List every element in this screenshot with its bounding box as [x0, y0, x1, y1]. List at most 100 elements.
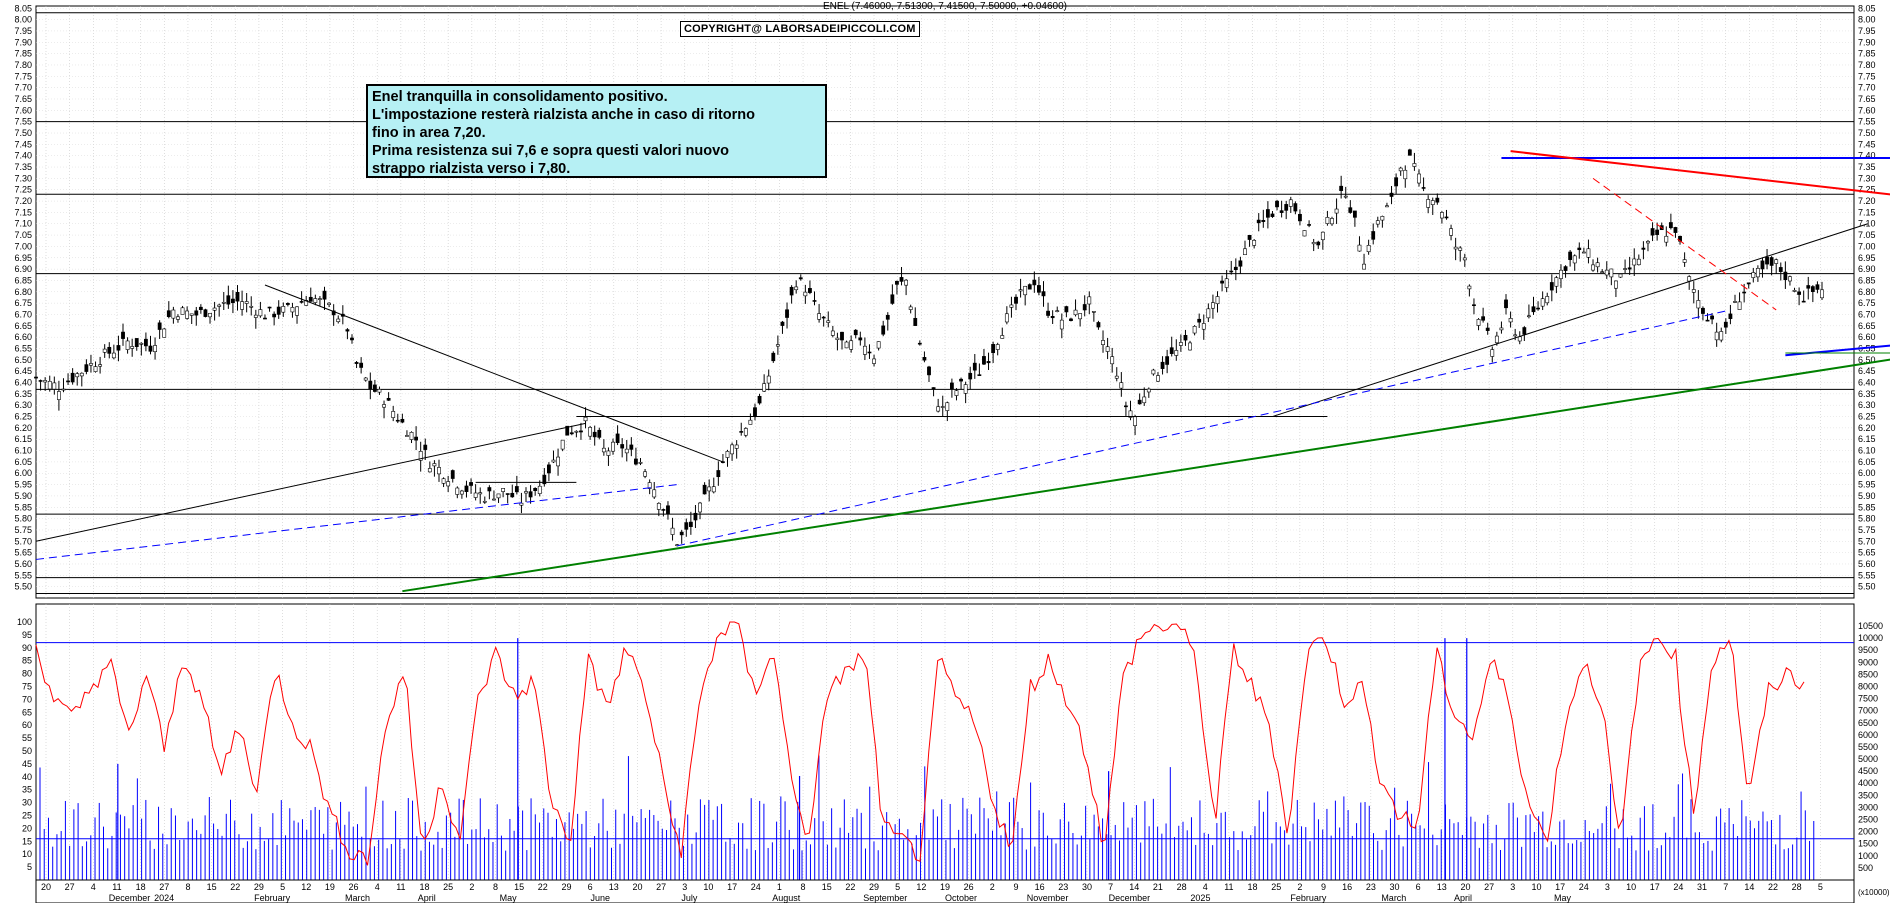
candle	[1027, 284, 1032, 290]
candle	[1288, 199, 1293, 207]
candle	[1183, 335, 1188, 341]
candle	[876, 341, 881, 349]
y-tick-label: 5.95	[14, 480, 32, 490]
candle	[1760, 260, 1765, 270]
y-tick-label-right: 7.30	[1858, 173, 1876, 183]
candle	[1476, 319, 1481, 326]
candle	[285, 303, 290, 305]
volume-tick-label: 1000	[1858, 851, 1878, 861]
candle	[125, 340, 130, 350]
candle	[1618, 273, 1623, 278]
y-tick-label-right: 6.40	[1858, 378, 1876, 388]
candle	[569, 432, 574, 435]
candle	[1169, 347, 1174, 354]
y-tick-label: 6.55	[14, 343, 32, 353]
y-tick-label-right: 7.00	[1858, 241, 1876, 251]
x-month-label: August	[772, 893, 801, 903]
candle	[1339, 185, 1344, 191]
candle	[162, 328, 167, 338]
candle	[574, 430, 579, 433]
candle	[176, 316, 180, 320]
candle	[688, 521, 693, 527]
candle	[927, 366, 931, 376]
x-day-label: 13	[1437, 882, 1447, 892]
candle	[432, 463, 437, 467]
x-day-label: 6	[588, 882, 593, 892]
x-day-label: 4	[375, 882, 380, 892]
candle	[588, 427, 593, 437]
candle	[208, 313, 212, 318]
candle	[1366, 245, 1371, 253]
x-day-label: 8	[493, 882, 498, 892]
candle	[313, 298, 318, 303]
candle	[1540, 298, 1545, 307]
volume-tick-label: 3500	[1858, 790, 1878, 800]
candle	[1041, 291, 1046, 297]
candle	[1444, 216, 1449, 219]
candle	[560, 439, 565, 450]
oscillator-volume-panel: 1009590858075706560555045403530252015105…	[17, 603, 1883, 881]
volume-tick-label: 6500	[1858, 718, 1878, 728]
candle	[1403, 169, 1408, 180]
y-tick-label: 6.25	[14, 412, 32, 422]
y-tick-label: 6.70	[14, 309, 32, 319]
candle	[1614, 280, 1618, 289]
candle	[1568, 251, 1573, 260]
candle	[450, 470, 455, 479]
candle	[1229, 270, 1234, 273]
candle	[1059, 319, 1064, 330]
volume-tick-label: 4500	[1858, 766, 1878, 776]
candle	[963, 384, 968, 394]
y-tick-label-right: 6.85	[1858, 275, 1876, 285]
candle	[1577, 247, 1582, 251]
y-tick-label-right: 7.95	[1858, 26, 1876, 36]
x-day-label: 26	[349, 882, 359, 892]
candle	[1581, 251, 1586, 254]
candle	[922, 357, 927, 361]
candle	[1714, 331, 1719, 341]
candle	[1206, 308, 1211, 319]
x-day-label: 11	[396, 882, 405, 892]
x-month-label: March	[345, 893, 370, 903]
candle	[1243, 248, 1247, 256]
candle	[643, 471, 647, 477]
y-tick-label-right: 7.50	[1858, 128, 1876, 138]
osc-tick-label: 80	[22, 669, 32, 679]
candle	[409, 432, 414, 440]
candle	[1742, 291, 1747, 294]
y-tick-label: 7.00	[14, 241, 32, 251]
candle	[1517, 336, 1522, 342]
candle	[510, 492, 515, 498]
candle	[949, 382, 954, 390]
candle	[1069, 318, 1073, 321]
candle	[240, 301, 244, 310]
candle	[1004, 313, 1009, 323]
candle	[1623, 268, 1627, 270]
candle	[908, 306, 913, 310]
candle	[1156, 375, 1160, 382]
candle	[1508, 318, 1513, 323]
x-day-label: 17	[727, 882, 737, 892]
candle	[1586, 248, 1591, 258]
candle	[1710, 315, 1714, 320]
x-day-label: 29	[869, 882, 879, 892]
y-tick-label: 7.20	[14, 196, 32, 206]
candle	[652, 489, 657, 498]
y-tick-label-right: 7.60	[1858, 105, 1876, 115]
candle	[670, 527, 675, 535]
candle	[1472, 304, 1476, 306]
volume-tick-label: 6000	[1858, 730, 1878, 740]
candle	[991, 344, 996, 354]
candle	[299, 301, 304, 303]
candle	[762, 383, 767, 392]
candle	[629, 444, 634, 450]
candle	[1467, 285, 1472, 290]
x-day-label: 15	[822, 882, 832, 892]
volume-tick-label: 9000	[1858, 657, 1878, 667]
candle	[194, 310, 199, 316]
y-tick-label: 7.45	[14, 139, 32, 149]
x-month-label: May	[1554, 893, 1572, 903]
candle	[1037, 285, 1041, 293]
candle	[1788, 276, 1792, 282]
candle	[1311, 242, 1316, 245]
